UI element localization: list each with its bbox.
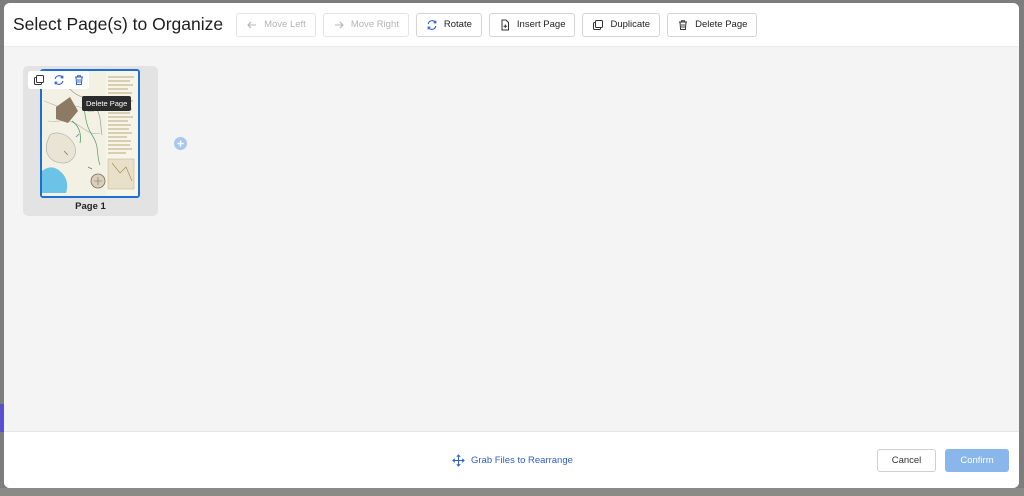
delete-page-tooltip: Delete Page [82,96,132,111]
duplicate-page-action[interactable] [30,72,47,88]
page-card[interactable]: Delete Page Page 1 [23,66,158,216]
map-thumbnail-image [42,71,138,196]
arrow-left-icon [247,21,257,28]
plus-icon [177,140,184,147]
delete-page-action[interactable] [70,72,87,88]
delete-page-button[interactable]: Delete Page [667,12,758,37]
duplicate-icon [33,75,44,85]
move-right-button[interactable]: Move Right [322,12,409,37]
rotate-icon [54,75,63,85]
trash-icon [74,75,83,85]
move-left-label: Move Left [264,19,306,30]
page-card-toolbar [28,71,89,89]
rotate-button[interactable]: Rotate [415,12,482,37]
background-map-strip [0,488,1024,496]
duplicate-button[interactable]: Duplicate [582,12,661,37]
insert-page-icon [501,19,509,30]
delete-page-label: Delete Page [695,19,748,30]
confirm-button[interactable]: Confirm [945,449,1009,472]
organize-pages-modal: Select Page(s) to Organize Move Left Mov… [4,3,1019,488]
insert-page-button[interactable]: Insert Page [488,12,576,37]
grab-files-label: Grab Files to Rearrange [471,455,573,466]
move-left-button[interactable]: Move Left [236,12,316,37]
cancel-button[interactable]: Cancel [877,449,936,472]
insert-page-label: Insert Page [516,19,566,30]
page-label: Page 1 [75,201,106,212]
rotate-page-action[interactable] [50,72,67,88]
modal-title: Select Page(s) to Organize [13,14,224,34]
add-page-button[interactable] [174,137,187,150]
move-right-label: Move Right [350,19,399,30]
arrow-right-icon [334,21,344,28]
modal-footer: Grab Files to Rearrange Cancel Confirm [4,431,1019,488]
duplicate-icon [593,19,604,30]
move-arrows-icon [452,454,465,467]
duplicate-label: Duplicate [610,19,651,30]
grab-files-link[interactable]: Grab Files to Rearrange [452,454,573,467]
trash-icon [679,19,688,30]
rotate-label: Rotate [443,19,472,30]
rotate-icon [427,19,437,30]
pages-area: Delete Page Page 1 [4,46,1019,431]
modal-header: Select Page(s) to Organize Move Left Mov… [4,3,1019,46]
